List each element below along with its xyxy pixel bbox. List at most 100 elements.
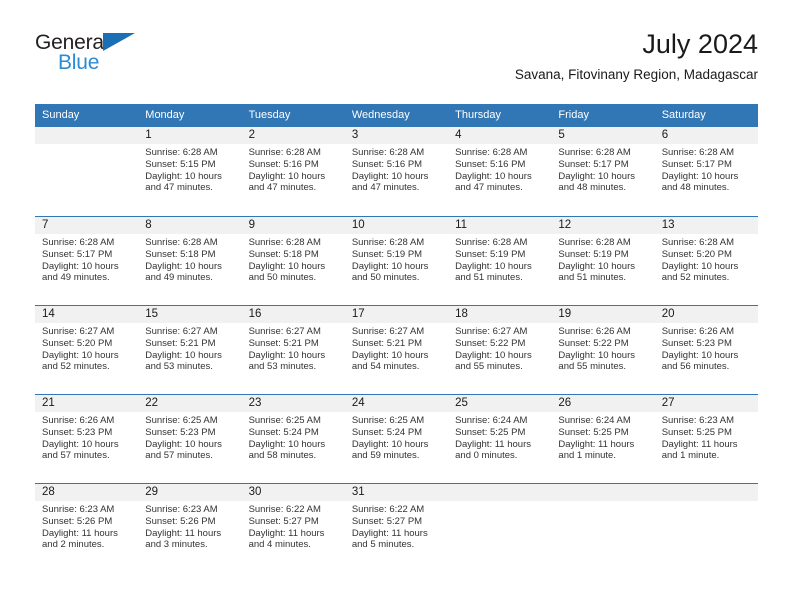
sunrise-text: Sunrise: 6:24 AM [558, 415, 631, 426]
calendar-day-cell[interactable]: 26 Sunrise: 6:24 AM Sunset: 5:25 PM Dayligh… [551, 395, 655, 483]
day-details: Sunrise: 6:28 AM Sunset: 5:16 PM Daylight:… [345, 144, 448, 194]
sunrise-text: Sunrise: 6:22 AM [351, 504, 425, 515]
sunset-text: Sunset: 5:18 PM [248, 248, 319, 260]
daylight-text-line1: Daylight: 11 hours [248, 527, 325, 539]
calendar-day-cell[interactable]: 18 Sunrise: 6:27 AM Sunset: 5:22 PM Dayligh… [448, 306, 552, 394]
daylight-text-line2: and 57 minutes. [42, 450, 110, 462]
day-details: Sunrise: 6:26 AM Sunset: 5:23 PM Daylight:… [35, 412, 138, 462]
day-details: Sunrise: 6:25 AM Sunset: 5:24 PM Daylight:… [345, 412, 448, 462]
sunset-text: Sunset: 5:22 PM [455, 337, 526, 349]
calendar-week-row: 21 Sunrise: 6:26 AM Sunset: 5:23 PM Dayligh… [35, 394, 758, 483]
day-details: Sunrise: 6:24 AM Sunset: 5:25 PM Daylight:… [551, 412, 654, 462]
calendar-day-cell[interactable]: 9 Sunrise: 6:28 AM Sunset: 5:18 PM Daylight… [241, 217, 345, 305]
daylight-text-line1: Daylight: 11 hours [351, 527, 428, 539]
day-details: Sunrise: 6:28 AM Sunset: 5:16 PM Daylight:… [242, 144, 345, 194]
sunrise-text: Sunrise: 6:26 AM [558, 326, 631, 337]
sunset-text: Sunset: 5:20 PM [42, 337, 113, 349]
day-number: 19 [551, 306, 655, 323]
calendar-day-cell[interactable]: 12 Sunrise: 6:28 AM Sunset: 5:19 PM Dayligh… [551, 217, 655, 305]
sunrise-text: Sunrise: 6:23 AM [42, 504, 115, 515]
daylight-text-line2: and 1 minute. [558, 450, 616, 462]
sunrise-text: Sunrise: 6:28 AM [661, 237, 735, 248]
daylight-text-line1: Daylight: 10 hours [248, 260, 326, 272]
day-number: 22 [138, 395, 242, 412]
sunset-text: Sunset: 5:21 PM [351, 337, 423, 349]
day-details: Sunrise: 6:28 AM Sunset: 5:18 PM Daylight:… [138, 234, 241, 284]
calendar-day-cell[interactable]: 29 Sunrise: 6:23 AM Sunset: 5:26 PM Dayligh… [138, 484, 242, 572]
day-number: 28 [35, 484, 139, 501]
calendar-day-cell[interactable]: 4 Sunrise: 6:28 AM Sunset: 5:16 PM Daylight… [448, 127, 552, 216]
general-blue-logo[interactable]: General Blue [35, 32, 235, 92]
page-subtitle: Savana, Fitovinany Region, Madagascar [514, 67, 758, 82]
day-number: 31 [344, 484, 449, 501]
day-number: 23 [241, 395, 345, 412]
daylight-text-line2: and 48 minutes. [661, 182, 730, 194]
sunrise-text: Sunrise: 6:26 AM [661, 326, 735, 337]
daylight-text-line2: and 56 minutes. [661, 361, 730, 373]
calendar-day-cell[interactable]: 5 Sunrise: 6:28 AM Sunset: 5:17 PM Daylight… [551, 127, 655, 216]
sunset-text: Sunset: 5:19 PM [351, 248, 423, 260]
daylight-text-line1: Daylight: 10 hours [42, 349, 119, 361]
calendar-day-cell[interactable]: 3 Sunrise: 6:28 AM Sunset: 5:16 PM Daylight… [344, 127, 449, 216]
calendar-day-cell[interactable]: 22 Sunrise: 6:25 AM Sunset: 5:23 PM Dayligh… [138, 395, 242, 483]
sunrise-text: Sunrise: 6:27 AM [351, 326, 425, 337]
day-number [551, 484, 655, 501]
daylight-text-line2: and 57 minutes. [145, 450, 213, 462]
calendar-day-cell[interactable]: 27 Sunrise: 6:23 AM Sunset: 5:25 PM Dayligh… [654, 395, 758, 483]
calendar-day-cell[interactable]: 2 Sunrise: 6:28 AM Sunset: 5:16 PM Daylight… [241, 127, 345, 216]
triangle-icon [103, 33, 135, 51]
daylight-text-line2: and 47 minutes. [351, 182, 420, 194]
calendar-day-cell[interactable]: 21 Sunrise: 6:26 AM Sunset: 5:23 PM Dayligh… [35, 395, 139, 483]
weekday-header-tuesday: Tuesday [248, 109, 291, 121]
day-details: Sunrise: 6:27 AM Sunset: 5:21 PM Daylight:… [345, 323, 448, 373]
calendar-day-cell[interactable]: 7 Sunrise: 6:28 AM Sunset: 5:17 PM Daylight… [35, 217, 139, 305]
sunset-text: Sunset: 5:16 PM [455, 158, 526, 170]
calendar-day-cell[interactable]: 10 Sunrise: 6:28 AM Sunset: 5:19 PM Dayligh… [344, 217, 449, 305]
calendar-day-cell[interactable]: 15 Sunrise: 6:27 AM Sunset: 5:21 PM Dayligh… [138, 306, 242, 394]
daylight-text-line2: and 47 minutes. [455, 182, 523, 194]
calendar-day-cell[interactable]: 19 Sunrise: 6:26 AM Sunset: 5:22 PM Dayligh… [551, 306, 655, 394]
calendar-day-cell[interactable]: 13 Sunrise: 6:28 AM Sunset: 5:20 PM Dayligh… [654, 217, 758, 305]
calendar-day-cell[interactable]: 24 Sunrise: 6:25 AM Sunset: 5:24 PM Dayligh… [344, 395, 449, 483]
daylight-text-line1: Daylight: 10 hours [351, 349, 429, 361]
day-details: Sunrise: 6:26 AM Sunset: 5:23 PM Daylight:… [655, 323, 758, 373]
calendar-day-cell[interactable]: 17 Sunrise: 6:27 AM Sunset: 5:21 PM Dayligh… [344, 306, 449, 394]
calendar-day-cell[interactable]: 25 Sunrise: 6:24 AM Sunset: 5:25 PM Dayligh… [448, 395, 552, 483]
sunset-text: Sunset: 5:23 PM [42, 426, 113, 438]
sunrise-text: Sunrise: 6:27 AM [145, 326, 218, 337]
weekday-header-wednesday: Wednesday [351, 109, 410, 121]
calendar-day-cell[interactable]: 31 Sunrise: 6:22 AM Sunset: 5:27 PM Dayligh… [344, 484, 449, 572]
daylight-text-line2: and 51 minutes. [455, 272, 523, 284]
daylight-text-line1: Daylight: 10 hours [145, 260, 222, 272]
calendar-week-row: 7 Sunrise: 6:28 AM Sunset: 5:17 PM Daylight… [35, 216, 758, 305]
sunset-text: Sunset: 5:27 PM [248, 515, 319, 527]
page-header: General Blue July 2024 Savana, Fitovinan… [35, 28, 758, 96]
calendar-day-cell[interactable]: 6 Sunrise: 6:28 AM Sunset: 5:17 PM Daylight… [654, 127, 758, 216]
calendar-day-cell[interactable]: 30 Sunrise: 6:22 AM Sunset: 5:27 PM Dayligh… [241, 484, 345, 572]
calendar-day-cell[interactable]: 20 Sunrise: 6:26 AM Sunset: 5:23 PM Dayligh… [654, 306, 758, 394]
daylight-text-line2: and 47 minutes. [248, 182, 317, 194]
daylight-text-line1: Daylight: 10 hours [661, 349, 739, 361]
day-number: 8 [138, 217, 242, 234]
sunset-text: Sunset: 5:20 PM [661, 248, 732, 260]
daylight-text-line2: and 52 minutes. [42, 361, 110, 373]
daylight-text-line1: Daylight: 10 hours [455, 170, 532, 182]
sunrise-text: Sunrise: 6:27 AM [42, 326, 115, 337]
daylight-text-line2: and 53 minutes. [248, 361, 317, 373]
day-details: Sunrise: 6:27 AM Sunset: 5:22 PM Daylight:… [448, 323, 551, 373]
sunrise-text: Sunrise: 6:24 AM [455, 415, 528, 426]
sunrise-text: Sunrise: 6:28 AM [351, 147, 425, 158]
calendar-day-cell-empty [35, 127, 139, 216]
calendar-day-cell[interactable]: 14 Sunrise: 6:27 AM Sunset: 5:20 PM Dayligh… [35, 306, 139, 394]
day-number: 13 [654, 217, 758, 234]
daylight-text-line2: and 50 minutes. [248, 272, 317, 284]
daylight-text-line1: Daylight: 10 hours [351, 438, 429, 450]
calendar-day-cell[interactable]: 23 Sunrise: 6:25 AM Sunset: 5:24 PM Dayligh… [241, 395, 345, 483]
calendar-day-cell[interactable]: 1 Sunrise: 6:28 AM Sunset: 5:15 PM Daylight… [138, 127, 242, 216]
calendar-day-cell[interactable]: 11 Sunrise: 6:28 AM Sunset: 5:19 PM Dayligh… [448, 217, 552, 305]
calendar-day-cell[interactable]: 8 Sunrise: 6:28 AM Sunset: 5:18 PM Daylight… [138, 217, 242, 305]
sunrise-text: Sunrise: 6:28 AM [351, 237, 425, 248]
calendar-day-cell[interactable]: 16 Sunrise: 6:27 AM Sunset: 5:21 PM Dayligh… [241, 306, 345, 394]
calendar-day-cell[interactable]: 28 Sunrise: 6:23 AM Sunset: 5:26 PM Dayligh… [35, 484, 139, 572]
daylight-text-line2: and 58 minutes. [248, 450, 317, 462]
